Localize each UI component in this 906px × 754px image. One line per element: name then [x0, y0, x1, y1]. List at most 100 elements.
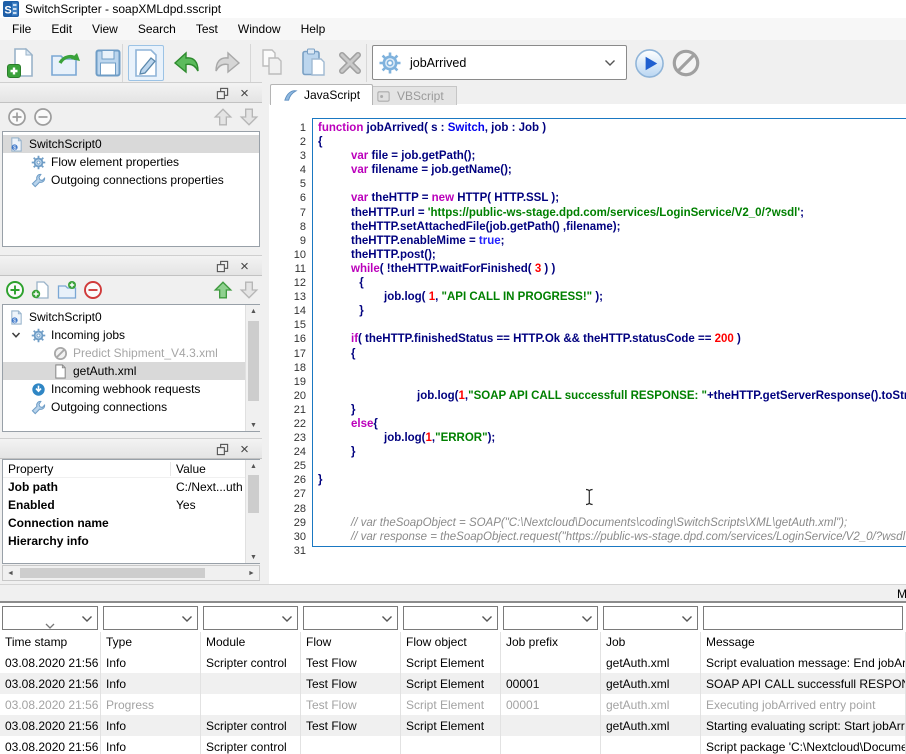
message-row[interactable]: 03.08.2020 21:56InfoTest FlowScript Elem… — [0, 673, 906, 694]
property-row-hierarchy-info[interactable]: Hierarchy info — [3, 532, 259, 550]
declaration-item-flow-element-properties[interactable]: Flow element properties — [3, 153, 259, 171]
line-number: 3 — [270, 149, 306, 163]
column-header-module[interactable]: Module — [201, 632, 301, 652]
column-header-job-prefix[interactable]: Job prefix — [501, 632, 601, 652]
scroll-up-arrow[interactable]: ▲ — [246, 305, 261, 317]
panel-float-button[interactable] — [215, 442, 230, 457]
tab-vbscript[interactable]: VBScript — [363, 86, 457, 105]
redo-button[interactable] — [210, 45, 246, 81]
message-row[interactable]: 03.08.2020 21:56InfoScripter controlTest… — [0, 652, 906, 673]
menu-edit[interactable]: Edit — [41, 19, 82, 39]
scroll-left-arrow[interactable]: ◄ — [3, 567, 18, 579]
panel-close-button[interactable]: × — [237, 259, 252, 274]
properties-hscrollbar[interactable]: ◄► — [2, 565, 260, 581]
property-row-enabled[interactable]: EnabledYes — [3, 496, 259, 514]
tab-javascript[interactable]: JavaScript — [270, 84, 373, 105]
menu-test[interactable]: Test — [186, 19, 228, 39]
scroll-thumb[interactable] — [20, 568, 205, 578]
fixture-item-outgoing-connections[interactable]: Outgoing connections — [3, 398, 259, 416]
move-down-button[interactable] — [238, 279, 260, 301]
filter-select-module[interactable] — [203, 606, 298, 630]
menu-view[interactable]: View — [82, 19, 128, 39]
panel-close-button[interactable]: × — [237, 442, 252, 457]
property-row-job-path[interactable]: Job pathC:/Next...uth — [3, 478, 259, 496]
add-declaration-button[interactable] — [6, 106, 28, 128]
run-button[interactable] — [631, 45, 667, 81]
message-row[interactable]: 03.08.2020 21:56ProgressTest FlowScript … — [0, 694, 906, 715]
fixture-item-switchscript0[interactable]: $SwitchScript0 — [3, 308, 259, 326]
message-cell: getAuth.xml — [601, 715, 701, 736]
scroll-thumb[interactable] — [248, 475, 259, 513]
column-header-job[interactable]: Job — [601, 632, 701, 652]
edit-script-button[interactable] — [128, 45, 164, 81]
message-cell: 03.08.2020 21:56 — [0, 715, 101, 736]
menu-window[interactable]: Window — [228, 19, 291, 39]
code-token: // var theSoapObject = SOAP("C:\Nextclou… — [351, 517, 847, 529]
tab-label: VBScript — [397, 89, 444, 103]
add-file-icon — [31, 280, 51, 300]
panel-float-button[interactable] — [215, 86, 230, 101]
remove-declaration-button[interactable] — [32, 106, 54, 128]
move-up-button[interactable] — [212, 106, 234, 128]
open-script-button[interactable] — [48, 45, 84, 81]
fixture-item-getauth-xml[interactable]: getAuth.xml — [3, 362, 259, 380]
menu-file[interactable]: File — [2, 19, 41, 39]
scroll-up-arrow[interactable]: ▲ — [246, 460, 261, 472]
undo-button[interactable] — [168, 45, 204, 81]
copy-button[interactable] — [254, 45, 290, 81]
code-line-22: else{ — [318, 417, 906, 431]
column-header-flow-object[interactable]: Flow object — [401, 632, 501, 652]
gear-icon — [31, 328, 46, 343]
code-token: } — [359, 305, 363, 317]
add-fixture-folder-button[interactable] — [56, 279, 78, 301]
plus-circle-gray-icon — [7, 107, 27, 127]
minus-circle-gray-icon — [33, 107, 53, 127]
property-row-connection-name[interactable]: Connection name — [3, 514, 259, 532]
edit-script-icon — [130, 47, 162, 79]
new-script-button[interactable] — [4, 45, 40, 81]
declaration-item-outgoing-connections-properties[interactable]: Outgoing connections properties — [3, 171, 259, 189]
fixture-item-incoming-jobs[interactable]: Incoming jobs — [3, 326, 259, 344]
column-header-message[interactable]: Message — [701, 632, 906, 652]
column-header-type[interactable]: Type — [101, 632, 201, 652]
filter-select-flow-object[interactable] — [403, 606, 498, 630]
declaration-item-switchscript0[interactable]: $SwitchScript0 — [3, 135, 259, 153]
menu-search[interactable]: Search — [128, 19, 186, 39]
filter-select-job-prefix[interactable] — [503, 606, 598, 630]
scroll-down-arrow[interactable]: ▼ — [246, 551, 261, 563]
filter-select-type[interactable] — [103, 606, 198, 630]
fixture-item-incoming-webhook-requests[interactable]: Incoming webhook requests — [3, 380, 259, 398]
panel-float-button[interactable] — [215, 259, 230, 274]
filter-select-job[interactable] — [603, 606, 698, 630]
add-fixture-file-button[interactable] — [30, 279, 52, 301]
stop-button[interactable] — [668, 45, 704, 81]
entry-point-select[interactable]: jobArrived — [372, 45, 627, 80]
menu-help[interactable]: Help — [291, 19, 336, 39]
code-line-10: theHTTP.post(); — [318, 248, 906, 262]
column-header-time-stamp[interactable]: Time stamp — [0, 632, 101, 652]
fixture-item-predict-shipment-v4-3-xml[interactable]: Predict Shipment_V4.3.xml — [3, 344, 259, 362]
script-document-icon: $ — [9, 137, 24, 152]
filter-select-flow[interactable] — [303, 606, 398, 630]
properties-scrollbar[interactable]: ▲▼ — [245, 460, 260, 563]
entry-point-gear-icon — [378, 51, 402, 75]
move-up-button[interactable] — [212, 279, 234, 301]
message-row[interactable]: 03.08.2020 21:56InfoScripter controlTest… — [0, 715, 906, 736]
column-header-label: Module — [206, 635, 245, 649]
scroll-thumb[interactable] — [248, 321, 259, 401]
delete-button[interactable] — [332, 45, 368, 81]
panel-close-button[interactable]: × — [237, 86, 252, 101]
message-row[interactable]: 03.08.2020 21:56InfoScripter controlScri… — [0, 736, 906, 754]
add-fixture-button[interactable] — [4, 279, 26, 301]
column-header-flow[interactable]: Flow — [301, 632, 401, 652]
line-number: 12 — [270, 276, 306, 290]
paste-button[interactable] — [296, 45, 332, 81]
scroll-down-arrow[interactable]: ▼ — [246, 419, 261, 431]
filter-select-message[interactable] — [703, 606, 903, 630]
move-down-button[interactable] — [238, 106, 260, 128]
fixture-scrollbar[interactable]: ▲▼ — [245, 305, 260, 431]
column-header-label: Flow — [306, 635, 331, 649]
save-script-button[interactable] — [90, 45, 126, 81]
scroll-right-arrow[interactable]: ► — [244, 567, 259, 579]
remove-fixture-button[interactable] — [82, 279, 104, 301]
